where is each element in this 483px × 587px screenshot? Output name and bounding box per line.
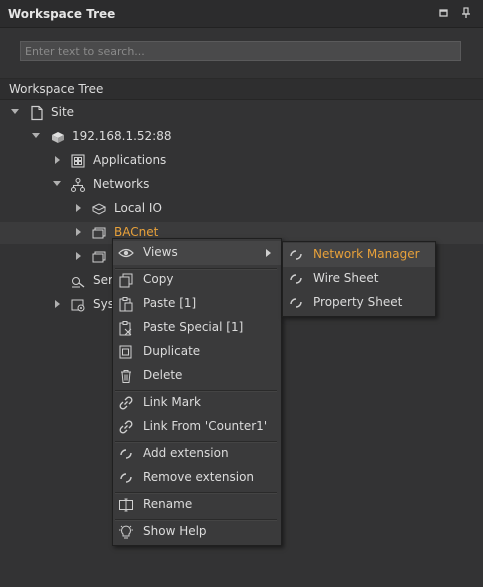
chevron-right-icon[interactable] xyxy=(55,156,60,164)
station-icon xyxy=(50,129,66,145)
chevron-down-icon[interactable] xyxy=(11,109,19,114)
applications-icon xyxy=(70,153,86,169)
link-icon xyxy=(118,395,134,411)
menu-label-show-help: Show Help xyxy=(143,524,207,538)
pin-icon[interactable] xyxy=(459,6,473,20)
copy-icon xyxy=(118,272,134,288)
tree-node-site[interactable]: Site xyxy=(0,102,483,124)
trash-icon xyxy=(118,368,134,384)
lightbulb-icon xyxy=(118,524,134,540)
tree-label-site: Site xyxy=(51,105,75,119)
menu-item-delete[interactable]: Delete xyxy=(113,364,281,388)
duplicate-icon xyxy=(118,344,134,360)
menu-item-link-from[interactable]: Link From 'Counter1' xyxy=(113,415,281,439)
tree-label-station: 192.168.1.52:88 xyxy=(72,129,172,143)
tree-header: Workspace Tree xyxy=(0,78,483,100)
tree-header-label: Workspace Tree xyxy=(9,82,104,96)
chevron-down-icon[interactable] xyxy=(53,181,61,186)
view-icon xyxy=(288,271,304,287)
views-submenu: Network Manager Wire Sheet Property Shee… xyxy=(282,241,436,317)
chevron-down-icon[interactable] xyxy=(32,133,40,138)
extension-icon xyxy=(118,446,134,462)
panel-titlebar: Workspace Tree xyxy=(0,0,483,28)
menu-item-copy[interactable]: Copy xyxy=(113,268,281,292)
menu-item-paste-special[interactable]: Paste Special [1] xyxy=(113,316,281,340)
tree-label-bacnet: BACnet xyxy=(114,225,159,239)
menu-label-views: Views xyxy=(143,245,178,259)
search-area xyxy=(0,28,483,78)
bacnet-network-icon xyxy=(91,225,107,241)
tree-node-station[interactable]: 192.168.1.52:88 xyxy=(0,126,483,148)
link-from-icon xyxy=(118,419,134,435)
menu-item-remove-extension[interactable]: Remove extension xyxy=(113,466,281,490)
chevron-right-icon[interactable] xyxy=(76,228,81,236)
menu-label-delete: Delete xyxy=(143,368,183,382)
submenu-item-property-sheet[interactable]: Property Sheet xyxy=(283,291,435,315)
submenu-label-network-manager: Network Manager xyxy=(313,247,420,261)
maximize-icon[interactable] xyxy=(437,6,451,20)
local-io-icon xyxy=(91,201,107,217)
network-device-icon xyxy=(91,249,107,265)
paste-icon xyxy=(118,296,134,312)
view-icon xyxy=(288,295,304,311)
submenu-label-wire-sheet: Wire Sheet xyxy=(313,271,379,285)
tree-label-system: Sys xyxy=(93,297,114,311)
menu-item-show-help[interactable]: Show Help xyxy=(113,520,281,544)
menu-item-link-mark[interactable]: Link Mark xyxy=(113,391,281,415)
menu-label-paste: Paste [1] xyxy=(143,296,197,310)
chevron-right-icon xyxy=(266,249,271,257)
context-menu: Views Copy Paste [1] Paste Special [1] D… xyxy=(112,238,282,546)
paste-special-icon xyxy=(118,320,134,336)
view-icon xyxy=(288,247,304,263)
menu-item-duplicate[interactable]: Duplicate xyxy=(113,340,281,364)
search-input[interactable] xyxy=(20,41,461,61)
tree-node-applications[interactable]: Applications xyxy=(0,150,483,172)
submenu-item-wire-sheet[interactable]: Wire Sheet xyxy=(283,267,435,291)
chevron-right-icon[interactable] xyxy=(55,300,60,308)
eye-icon xyxy=(118,245,134,261)
tree-node-networks[interactable]: Networks xyxy=(0,174,483,196)
chevron-right-icon[interactable] xyxy=(76,204,81,212)
document-icon xyxy=(29,105,45,121)
menu-label-link-from: Link From 'Counter1' xyxy=(143,419,268,433)
menu-label-remove-extension: Remove extension xyxy=(143,470,255,484)
tree-label-local-io: Local IO xyxy=(114,201,162,215)
submenu-item-network-manager[interactable]: Network Manager xyxy=(283,243,435,267)
system-icon xyxy=(70,297,86,313)
chevron-right-icon[interactable] xyxy=(76,252,81,260)
network-icon xyxy=(70,177,86,193)
panel-title: Workspace Tree xyxy=(8,7,116,21)
menu-label-link-mark: Link Mark xyxy=(143,395,201,409)
menu-item-rename[interactable]: Rename xyxy=(113,493,281,517)
tree-label-applications: Applications xyxy=(93,153,167,167)
menu-label-copy: Copy xyxy=(143,272,174,286)
submenu-label-property-sheet: Property Sheet xyxy=(313,295,403,309)
rename-icon xyxy=(118,497,134,513)
menu-label-add-extension: Add extension xyxy=(143,446,229,460)
services-icon xyxy=(70,273,86,289)
menu-label-rename: Rename xyxy=(143,497,193,511)
tree-label-services: Ser xyxy=(93,273,113,287)
menu-item-paste[interactable]: Paste [1] xyxy=(113,292,281,316)
menu-label-duplicate: Duplicate xyxy=(143,344,201,358)
menu-item-add-extension[interactable]: Add extension xyxy=(113,442,281,466)
menu-item-views[interactable]: Views xyxy=(113,241,281,265)
tree-node-local-io[interactable]: Local IO xyxy=(0,198,483,220)
extension-icon xyxy=(118,470,134,486)
tree-label-networks: Networks xyxy=(93,177,150,191)
menu-label-paste-special: Paste Special [1] xyxy=(143,320,244,334)
